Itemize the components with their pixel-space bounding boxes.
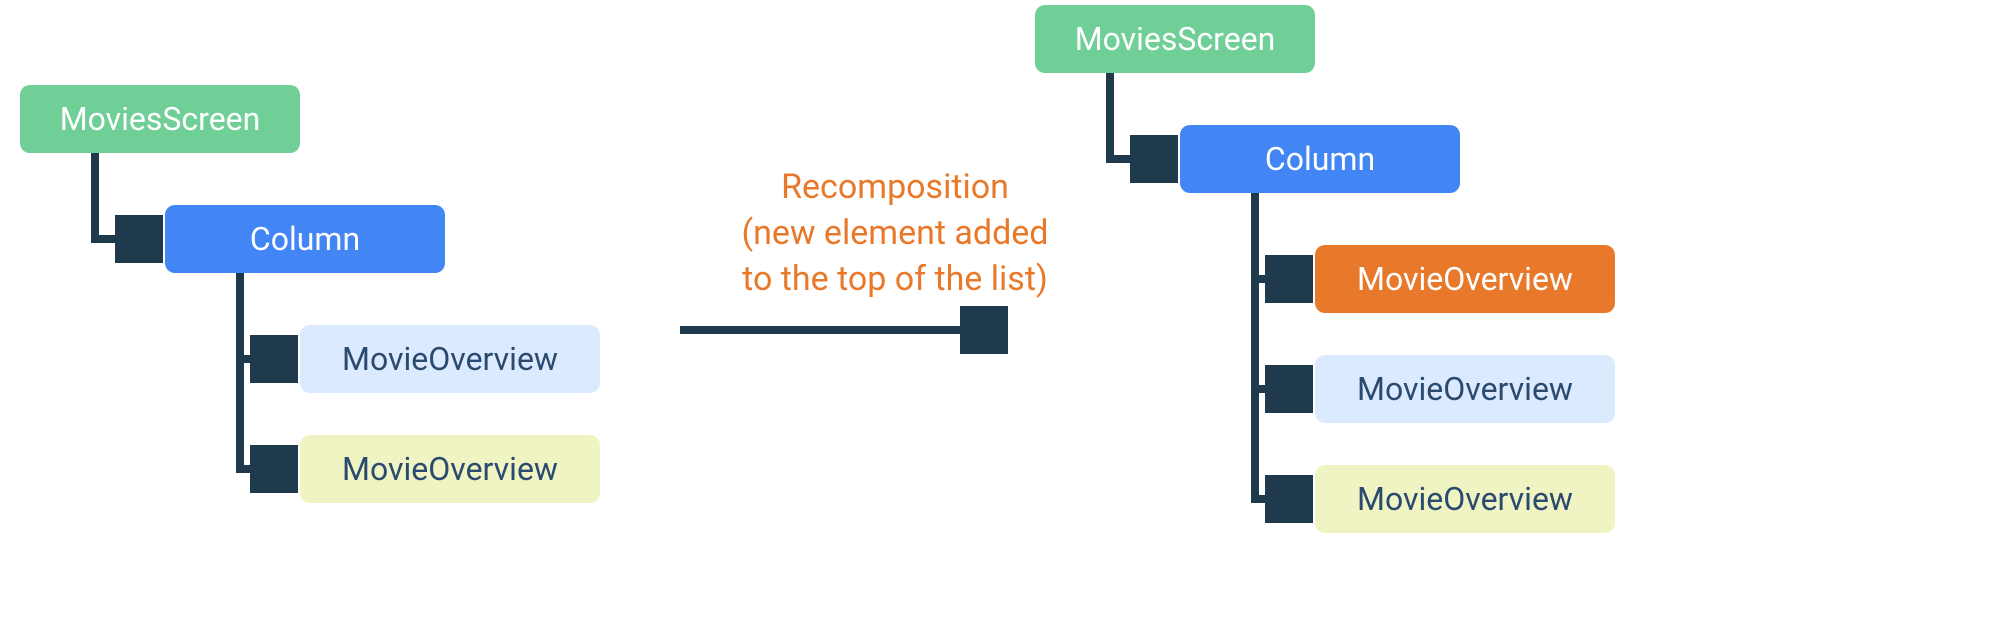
right-column: Column — [1180, 125, 1460, 193]
recomposition-caption: Recomposition (new element added to the … — [680, 165, 1110, 303]
right-item-1: MovieOverview — [1315, 355, 1615, 423]
left-item-0: MovieOverview — [300, 325, 600, 393]
caption-line3: to the top of the list) — [742, 259, 1048, 299]
left-root: MoviesScreen — [20, 85, 300, 153]
left-column: Column — [165, 205, 445, 273]
right-root: MoviesScreen — [1035, 5, 1315, 73]
right-item-0-new: MovieOverview — [1315, 245, 1615, 313]
left-item-1: MovieOverview — [300, 435, 600, 503]
caption-line1: Recomposition — [781, 167, 1009, 207]
right-item-2: MovieOverview — [1315, 465, 1615, 533]
caption-line2: (new element added — [742, 213, 1049, 253]
